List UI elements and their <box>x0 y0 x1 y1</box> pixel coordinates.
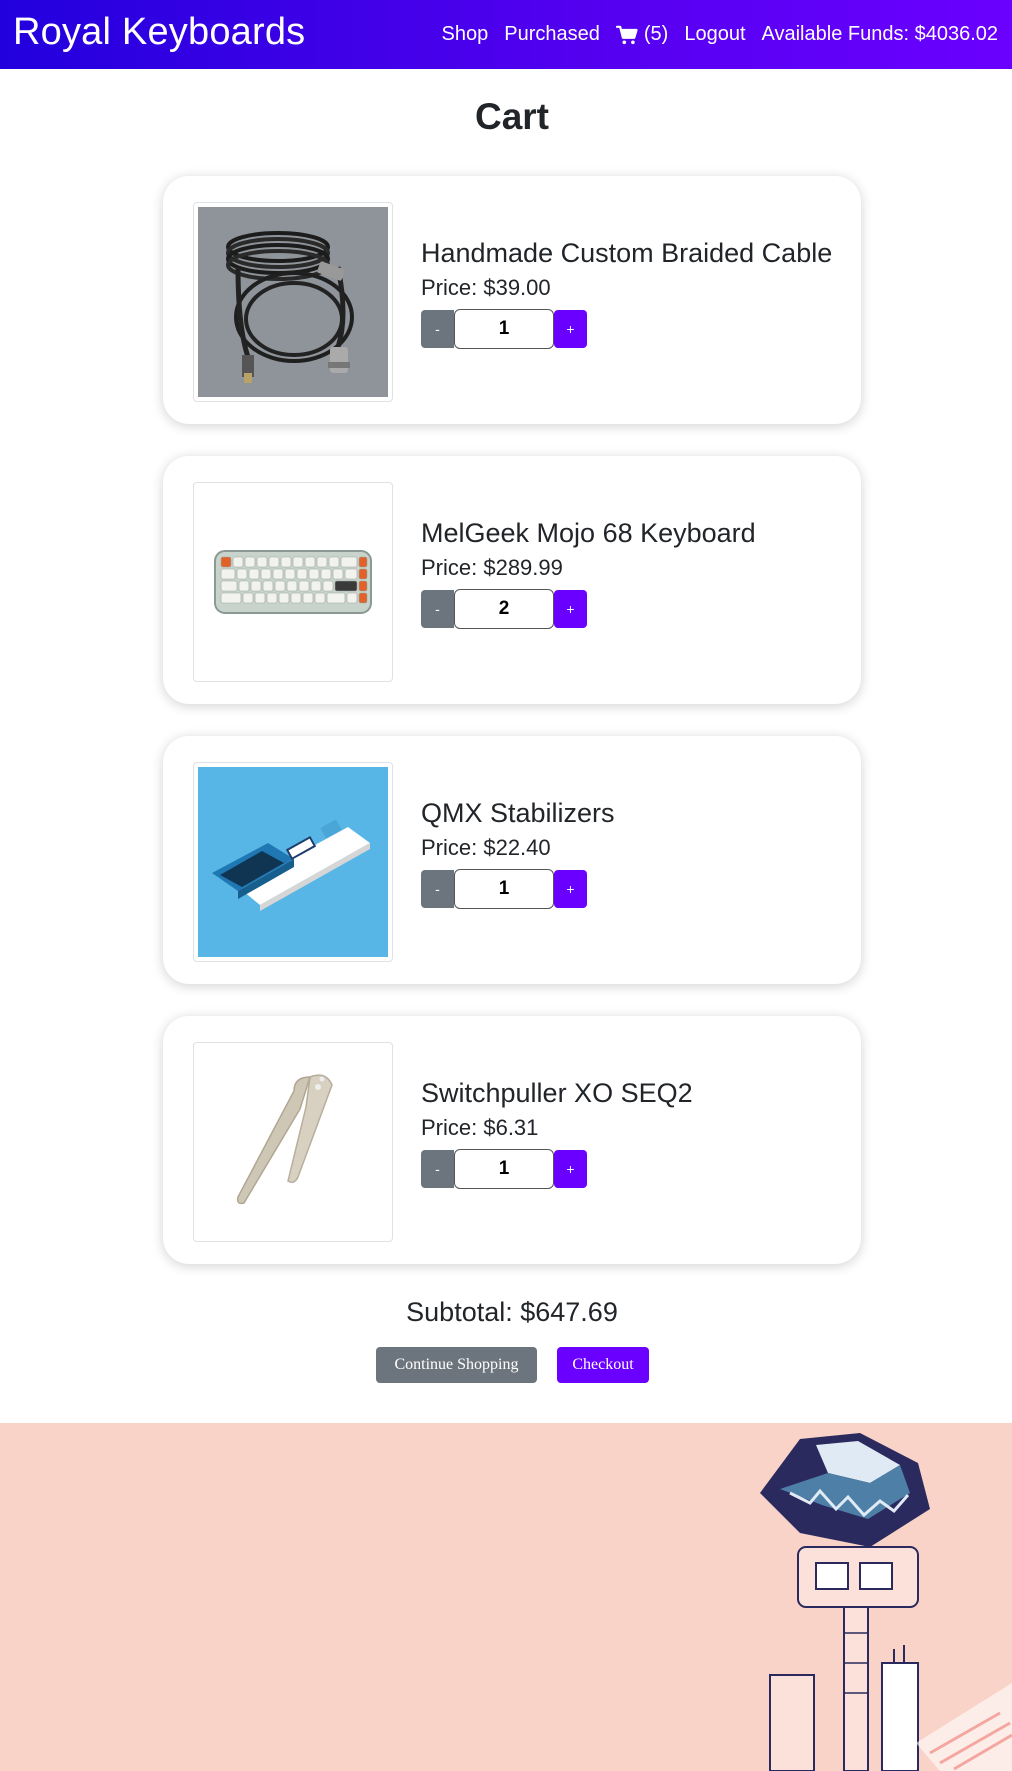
keyboard-image <box>198 487 388 677</box>
item-info: MelGeek Mojo 68 Keyboard Price: $289.99 … <box>421 518 756 629</box>
nav-cart-link[interactable]: (5) <box>615 23 669 46</box>
cart-subtotal: Subtotal: $647.69 <box>406 1297 618 1327</box>
decrease-quantity-button[interactable]: - <box>421 1150 454 1188</box>
quantity-input[interactable] <box>454 869 554 909</box>
product-price: Price: $22.40 <box>421 835 551 860</box>
product-thumbnail[interactable] <box>193 1042 393 1242</box>
cart-item-card: Switchpuller XO SEQ2 Price: $6.31 - + <box>163 1016 861 1264</box>
quantity-stepper: - + <box>421 589 756 629</box>
product-price: Price: $6.31 <box>421 1115 539 1140</box>
increase-quantity-button[interactable]: + <box>554 870 587 908</box>
quantity-stepper: - + <box>421 1149 693 1189</box>
cart-item-card: MelGeek Mojo 68 Keyboard Price: $289.99 … <box>163 456 861 704</box>
nav-shop-link[interactable]: Shop <box>442 23 489 46</box>
nav-logout-link[interactable]: Logout <box>684 23 745 46</box>
decrease-quantity-button[interactable]: - <box>421 310 454 348</box>
product-name: QMX Stabilizers <box>421 798 615 828</box>
page-title: Cart <box>474 96 550 137</box>
product-name: MelGeek Mojo 68 Keyboard <box>421 518 756 548</box>
quantity-input[interactable] <box>454 309 554 349</box>
item-info: QMX Stabilizers Price: $22.40 - + <box>421 798 615 909</box>
footer-illustration <box>0 1423 1012 1771</box>
decrease-quantity-button[interactable]: - <box>421 590 454 628</box>
cart-actions: Continue Shopping Checkout <box>376 1347 649 1383</box>
item-info: Switchpuller XO SEQ2 Price: $6.31 - + <box>421 1078 693 1189</box>
product-name: Handmade Custom Braided Cable <box>421 238 833 268</box>
increase-quantity-button[interactable]: + <box>554 1150 587 1188</box>
coiled-cable-image <box>198 207 388 397</box>
nav-purchased-link[interactable]: Purchased <box>504 23 600 46</box>
cart-item-card: QMX Stabilizers Price: $22.40 - + <box>163 736 861 984</box>
cart-icon <box>615 25 638 44</box>
available-funds: Available Funds: $4036.02 <box>761 23 998 45</box>
brand-logo[interactable]: Royal Keyboards <box>13 11 305 54</box>
product-thumbnail[interactable] <box>193 762 393 962</box>
quantity-stepper: - + <box>421 309 832 349</box>
keycap-tower-illustration <box>760 1433 1012 1771</box>
quantity-input[interactable] <box>454 589 554 629</box>
product-price: Price: $39.00 <box>421 275 551 300</box>
increase-quantity-button[interactable]: + <box>554 590 587 628</box>
product-thumbnail[interactable] <box>193 202 393 402</box>
checkout-button[interactable]: Checkout <box>557 1347 649 1383</box>
cart-item-card: Handmade Custom Braided Cable Price: $39… <box>163 176 861 424</box>
item-info: Handmade Custom Braided Cable Price: $39… <box>421 238 832 349</box>
decrease-quantity-button[interactable]: - <box>421 870 454 908</box>
continue-shopping-button[interactable]: Continue Shopping <box>376 1347 537 1383</box>
product-name: Switchpuller XO SEQ2 <box>421 1078 693 1108</box>
product-thumbnail[interactable] <box>193 482 393 682</box>
increase-quantity-button[interactable]: + <box>554 310 587 348</box>
cart-count: (5) <box>643 23 669 45</box>
product-price: Price: $289.99 <box>421 555 563 580</box>
quantity-stepper: - + <box>421 869 615 909</box>
switch-puller-image <box>198 1047 388 1237</box>
stabilizer-box-image <box>198 767 388 957</box>
nav-links: Shop Purchased (5) Logout Available Fund… <box>442 23 998 46</box>
navbar: Royal Keyboards Shop Purchased (5) Logou… <box>0 0 1012 69</box>
quantity-input[interactable] <box>454 1149 554 1189</box>
